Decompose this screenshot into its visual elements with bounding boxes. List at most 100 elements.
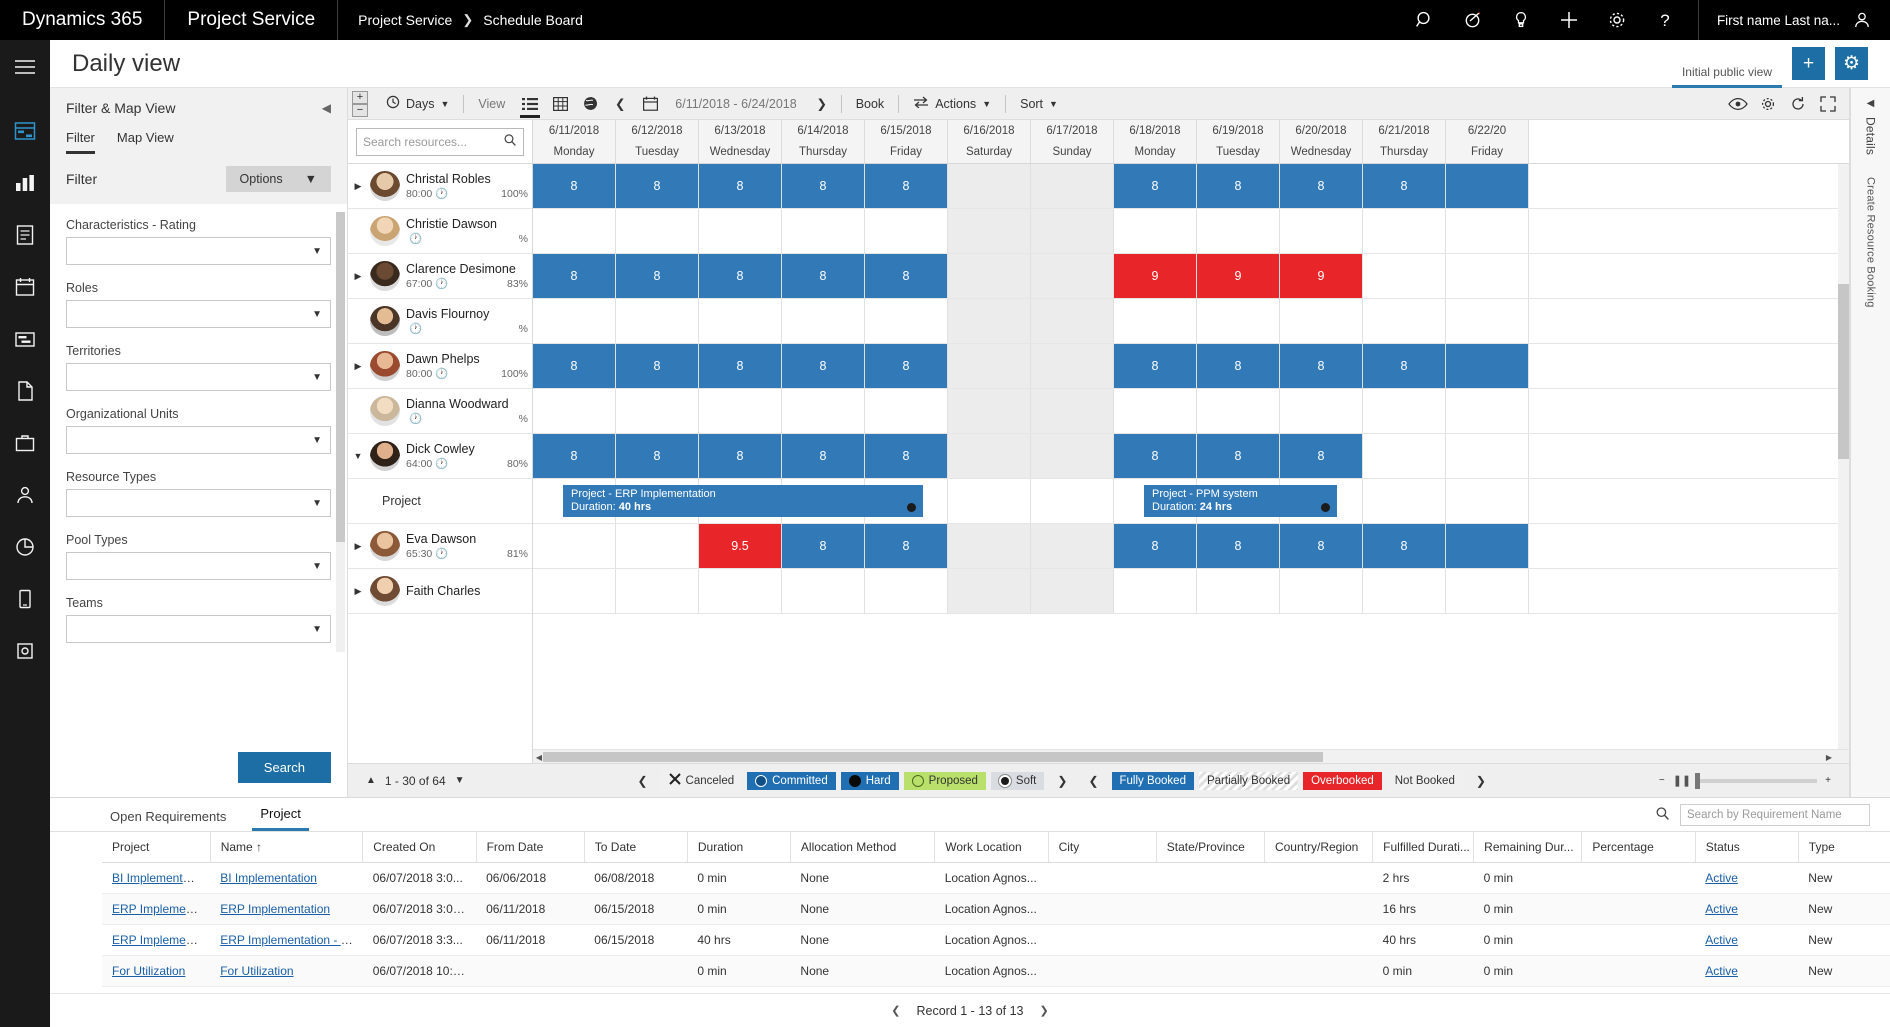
- booking-cell[interactable]: [865, 209, 948, 253]
- select-teams[interactable]: ▼: [66, 615, 331, 643]
- column-state-province[interactable]: State/Province: [1156, 832, 1265, 863]
- lightbulb-icon[interactable]: [1510, 9, 1532, 31]
- column-to-date[interactable]: To Date: [584, 832, 688, 863]
- search-resources-input[interactable]: Search resources...: [356, 127, 524, 156]
- resource-row[interactable]: Christie Dawson 🕐 %: [348, 209, 532, 254]
- sidebar-item-mobile[interactable]: [12, 586, 38, 612]
- sort-dropdown[interactable]: Sort ▼: [1010, 88, 1068, 120]
- select-resource-types[interactable]: ▼: [66, 489, 331, 517]
- legend-proposed[interactable]: Proposed: [903, 771, 986, 790]
- status-link[interactable]: Active: [1705, 902, 1738, 916]
- booking-cell[interactable]: 8: [616, 434, 699, 478]
- booking-cell[interactable]: 8: [865, 254, 948, 298]
- booking-cell[interactable]: [1446, 209, 1529, 253]
- expand-arrow-icon[interactable]: ▶: [352, 586, 364, 597]
- booking-cell[interactable]: 8: [782, 524, 865, 568]
- add-icon[interactable]: [1558, 9, 1580, 31]
- booking-cell[interactable]: [533, 389, 616, 433]
- add-view-button[interactable]: +: [1792, 47, 1825, 80]
- booking-cell[interactable]: [1446, 569, 1529, 613]
- search-icon[interactable]: [1414, 9, 1436, 31]
- booking-cell[interactable]: [1446, 389, 1529, 433]
- dynamics-brand[interactable]: Dynamics 365: [0, 0, 166, 40]
- view-mode-grid-button[interactable]: [545, 88, 575, 120]
- booking-cell-weekend[interactable]: [948, 344, 1031, 388]
- booking-cell[interactable]: 8: [533, 254, 616, 298]
- resource-row[interactable]: ▶ Faith Charles: [348, 569, 532, 614]
- booking-cell[interactable]: [1446, 254, 1529, 298]
- sidebar-item-activities[interactable]: [12, 222, 38, 248]
- page-down-icon[interactable]: ▼: [455, 775, 465, 786]
- booking-cell[interactable]: 8: [699, 344, 782, 388]
- filter-panel-scrollbar[interactable]: [336, 212, 345, 652]
- legend-committed[interactable]: Committed: [747, 771, 836, 790]
- project-link[interactable]: For Utilization: [112, 964, 185, 978]
- booking-cell[interactable]: [1114, 299, 1197, 343]
- project-link[interactable]: BI Implementati...: [112, 871, 205, 885]
- zoom-out-button[interactable]: −: [1659, 775, 1665, 786]
- gear-icon[interactable]: [1606, 9, 1628, 31]
- booking-cell[interactable]: 8: [865, 524, 948, 568]
- booking-cell-weekend[interactable]: [1031, 344, 1114, 388]
- booking-cell[interactable]: [1280, 389, 1363, 433]
- name-link[interactable]: For Utilization: [220, 964, 293, 978]
- resource-row[interactable]: Davis Flournoy 🕐 %: [348, 299, 532, 344]
- days-dropdown[interactable]: Days ▼: [376, 88, 459, 120]
- booking-cell[interactable]: [699, 209, 782, 253]
- expand-arrow-icon[interactable]: ▶: [352, 541, 364, 552]
- booking-cell-overbooked[interactable]: 9: [1280, 254, 1363, 298]
- column-duration[interactable]: Duration: [687, 832, 791, 863]
- scroll-right-icon[interactable]: ▶: [1823, 750, 1835, 763]
- booking-cell[interactable]: 8: [533, 164, 616, 208]
- resource-row[interactable]: ▼ Dick Cowley 64:00 🕐 80%: [348, 434, 532, 479]
- actions-dropdown[interactable]: Actions ▼: [903, 88, 1001, 120]
- booking-cell[interactable]: [782, 569, 865, 613]
- create-resource-booking-label[interactable]: Create Resource Booking: [1865, 177, 1877, 308]
- legend-prev-booking-icon[interactable]: ❮: [1080, 774, 1106, 788]
- app-name[interactable]: Project Service: [165, 0, 339, 40]
- booking-cell[interactable]: [699, 389, 782, 433]
- table-row[interactable]: BI Implementati... BI Implementation 06/…: [102, 862, 1890, 894]
- booking-cell-weekend[interactable]: [1031, 164, 1114, 208]
- scrollbar-thumb[interactable]: [543, 752, 1323, 762]
- booking-cell[interactable]: 8: [616, 344, 699, 388]
- booking-cell-weekend[interactable]: [1031, 524, 1114, 568]
- column-fulfilled-duration[interactable]: Fulfilled Durati...: [1372, 832, 1475, 863]
- zoom-slider[interactable]: [1695, 772, 1818, 789]
- legend-hard[interactable]: Hard: [840, 771, 899, 790]
- select-pool-types[interactable]: ▼: [66, 552, 331, 580]
- booking-cell[interactable]: 8: [782, 344, 865, 388]
- options-button[interactable]: Options ▼: [225, 166, 331, 192]
- booking-cell[interactable]: 8: [1280, 524, 1363, 568]
- booking-cell[interactable]: 8: [699, 164, 782, 208]
- booking-cell-weekend[interactable]: [1031, 209, 1114, 253]
- booking-cell[interactable]: [1114, 569, 1197, 613]
- view-mode-list-button[interactable]: [515, 88, 545, 120]
- collapse-rows-button[interactable]: −: [352, 103, 368, 117]
- booking-cell[interactable]: [1280, 209, 1363, 253]
- booking-cell[interactable]: 8: [616, 254, 699, 298]
- booking-cell[interactable]: [1280, 299, 1363, 343]
- resource-row[interactable]: ▶ Dawn Phelps 80:00 🕐 100%: [348, 344, 532, 389]
- select-territories[interactable]: ▼: [66, 363, 331, 391]
- status-link[interactable]: Active: [1705, 964, 1738, 978]
- booking-cell[interactable]: [1114, 389, 1197, 433]
- booking-cell[interactable]: 8: [1363, 524, 1446, 568]
- resource-row[interactable]: ▶ Christal Robles 80:00 🕐 100%: [348, 164, 532, 209]
- expand-arrow-icon[interactable]: ▶: [352, 181, 364, 192]
- expand-arrow-icon[interactable]: ▶: [352, 361, 364, 372]
- sidebar-item-documents[interactable]: [12, 378, 38, 404]
- status-link[interactable]: Active: [1705, 871, 1738, 885]
- details-label[interactable]: Details: [1864, 117, 1878, 155]
- column-name[interactable]: Name ↑: [210, 832, 364, 863]
- project-bg-cell[interactable]: [1031, 479, 1114, 523]
- booking-cell[interactable]: 8: [782, 434, 865, 478]
- booking-cell-weekend[interactable]: [948, 164, 1031, 208]
- refresh-icon[interactable]: [1783, 88, 1813, 120]
- collapse-panel-icon[interactable]: ◀: [322, 101, 331, 115]
- calendar-picker-icon[interactable]: [635, 88, 665, 120]
- timeline-horizontal-scrollbar[interactable]: ◀ ▶: [533, 749, 1849, 763]
- booking-cell[interactable]: [1363, 569, 1446, 613]
- column-created-on[interactable]: Created On: [362, 832, 477, 863]
- booking-cell[interactable]: [865, 569, 948, 613]
